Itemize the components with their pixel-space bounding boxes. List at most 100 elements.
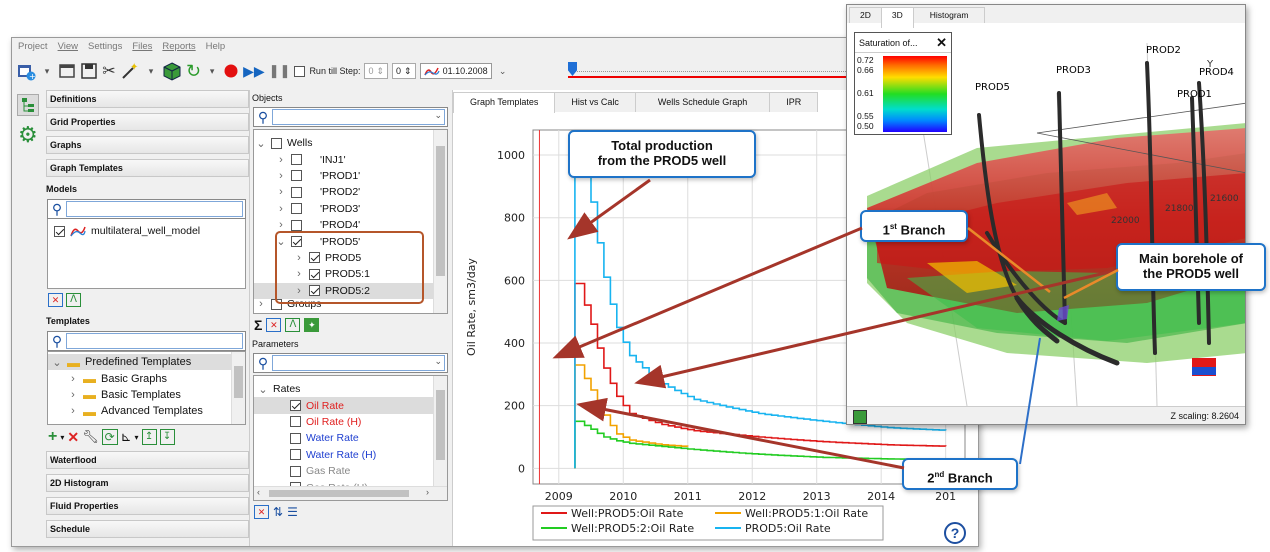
sort-icon[interactable]: ⇅ (273, 505, 283, 519)
record-icon[interactable] (223, 60, 239, 82)
tab-hist-vs-calc[interactable]: Hist vs Calc (554, 92, 636, 112)
menu-files[interactable]: Files (132, 41, 152, 52)
section-graph-templates[interactable]: Graph Templates (46, 159, 249, 177)
tree-item-wells[interactable]: ⌄ Wells (254, 135, 447, 151)
save-icon[interactable] (80, 60, 98, 82)
parameter-item[interactable]: Water Rate (254, 430, 433, 446)
parameter-item[interactable]: Gas Rate (254, 463, 433, 479)
move-up-icon[interactable]: ↥ (141, 429, 157, 445)
tree-item-inj1[interactable]: › 'INJ1' (254, 151, 447, 167)
tab-wells-schedule-graph[interactable]: Wells Schedule Graph (634, 92, 771, 112)
menu-help[interactable]: Help (206, 41, 226, 52)
inj1-checkbox[interactable] (291, 154, 302, 166)
cut-icon[interactable]: ✂ (102, 60, 116, 82)
tab-graph-templates[interactable]: Graph Templates (453, 92, 556, 113)
tree-item-advanced-templates[interactable]: › ▬ Advanced Templates (48, 403, 245, 419)
delete-object-icon[interactable]: ✕ (266, 318, 282, 332)
sync-icon[interactable]: ⟳ (101, 429, 118, 445)
add-object-icon[interactable]: ᐱ (285, 318, 301, 332)
refresh-icon[interactable]: ↻ (186, 60, 201, 82)
model-checkbox[interactable] (54, 225, 65, 237)
tree-item-basic-templates[interactable]: › ▬ Basic Templates (48, 387, 245, 403)
tree-item-rates[interactable]: ⌄ Rates (254, 381, 447, 397)
parameter-item[interactable]: Water Rate (H) (254, 447, 433, 463)
delete-icon[interactable]: ✕ (67, 429, 79, 446)
close-icon[interactable]: ✕ (936, 35, 947, 51)
menu-reports[interactable]: Reports (162, 41, 195, 52)
chevron-down-icon[interactable]: ⌄ (496, 60, 510, 82)
section-graphs[interactable]: Graphs (46, 136, 249, 154)
help-button[interactable]: ? (944, 522, 966, 544)
run-till-step-checkbox[interactable] (294, 65, 306, 77)
parameters-scrollbar[interactable] (433, 376, 447, 486)
templates-search-input[interactable] (66, 333, 243, 349)
tab-histogram[interactable]: Histogram (912, 7, 986, 23)
prod2-checkbox[interactable] (291, 186, 302, 198)
menu-project[interactable]: Project (18, 41, 48, 52)
date-selector[interactable]: 01.10.2008 (419, 63, 492, 79)
parameters-search-input[interactable]: ⌄ (272, 355, 445, 371)
axis-icon[interactable]: ⊾ (121, 429, 132, 445)
parameters-search[interactable]: ⚲ ⌄ (253, 353, 448, 373)
section-2d-histogram[interactable]: 2D Histogram (46, 474, 249, 492)
window-icon[interactable] (58, 60, 76, 82)
pause-icon[interactable]: ❚❚ (269, 60, 291, 82)
tree-item-prod1[interactable]: › 'PROD1' (254, 168, 447, 184)
models-search[interactable]: ⚲ (47, 199, 246, 219)
new-project-icon[interactable]: + (16, 60, 36, 82)
section-grid-properties[interactable]: Grid Properties (46, 113, 249, 131)
magic-wand-icon[interactable]: ✦ (120, 60, 140, 82)
cube-icon[interactable] (853, 410, 867, 424)
prod1-checkbox[interactable] (291, 170, 302, 182)
wells-checkbox[interactable] (271, 137, 282, 149)
parameter-checkbox[interactable] (290, 416, 301, 428)
delete-parameter-icon[interactable]: ✕ (254, 505, 269, 519)
fast-forward-icon[interactable]: ▶▶ (243, 60, 265, 82)
models-list: multilateral_well_model (47, 219, 246, 289)
parameter-item[interactable]: Oil Rate (254, 397, 433, 414)
add-model-icon[interactable]: ᐱ (66, 293, 81, 307)
menu-view[interactable]: View (58, 41, 78, 52)
models-search-input[interactable] (66, 201, 243, 217)
parameter-item[interactable]: Oil Rate (H) (254, 414, 433, 430)
section-definitions[interactable]: Definitions (46, 90, 249, 108)
sum-icon[interactable]: Σ (254, 317, 262, 333)
prod4-checkbox[interactable] (291, 219, 302, 231)
parameter-checkbox[interactable] (290, 449, 301, 461)
dropdown-arrow-icon[interactable]: ▾ (205, 60, 219, 82)
section-fluid-properties[interactable]: Fluid Properties (46, 497, 249, 515)
section-waterflood[interactable]: Waterflood (46, 451, 249, 469)
tree-item-prod2[interactable]: › 'PROD2' (254, 184, 447, 200)
templates-search[interactable]: ⚲ (47, 331, 246, 351)
objects-scrollbar[interactable] (433, 130, 447, 313)
menu-settings[interactable]: Settings (88, 41, 122, 52)
gear-icon[interactable]: ⚙ (18, 124, 38, 146)
tree-item-basic-graphs[interactable]: › ▬ Basic Graphs (48, 370, 245, 386)
move-down-icon[interactable]: ↧ (159, 429, 175, 445)
delete-model-icon[interactable]: ✕ (48, 293, 63, 307)
dropdown-arrow-icon[interactable]: ▾ (40, 60, 54, 82)
step-spinner-a[interactable]: 0 ⇕ (364, 63, 389, 79)
add-icon[interactable]: + (48, 428, 57, 446)
step-spinner-b[interactable]: 0 ⇕ (392, 63, 416, 79)
tab-2d[interactable]: 2D (849, 7, 882, 23)
wells-filter-icon[interactable]: ✦ (304, 318, 320, 332)
parameter-checkbox[interactable] (290, 465, 301, 477)
list-icon[interactable]: ☰ (287, 505, 298, 519)
wrench-icon[interactable]: 🔧︎ (82, 429, 99, 445)
objects-search-input[interactable]: ⌄ (272, 109, 445, 125)
tree-item-predefined-templates[interactable]: ⌄ ▬ Predefined Templates (48, 354, 231, 371)
tree-view-icon[interactable] (17, 94, 39, 116)
templates-scrollbar[interactable] (231, 352, 245, 424)
section-schedule[interactable]: Schedule (46, 520, 249, 538)
parameter-checkbox[interactable] (290, 400, 301, 412)
grid-cube-icon[interactable] (162, 60, 182, 82)
prod3-checkbox[interactable] (291, 203, 302, 215)
parameters-hscrollbar[interactable]: ‹ › (254, 486, 447, 500)
parameter-checkbox[interactable] (290, 432, 301, 444)
dropdown-arrow-icon[interactable]: ▾ (144, 60, 158, 82)
model-item[interactable]: multilateral_well_model (48, 223, 245, 239)
tab-ipr[interactable]: IPR (769, 92, 819, 112)
objects-search[interactable]: ⚲ ⌄ (253, 107, 448, 127)
tree-item-prod3[interactable]: › 'PROD3' (254, 201, 447, 217)
